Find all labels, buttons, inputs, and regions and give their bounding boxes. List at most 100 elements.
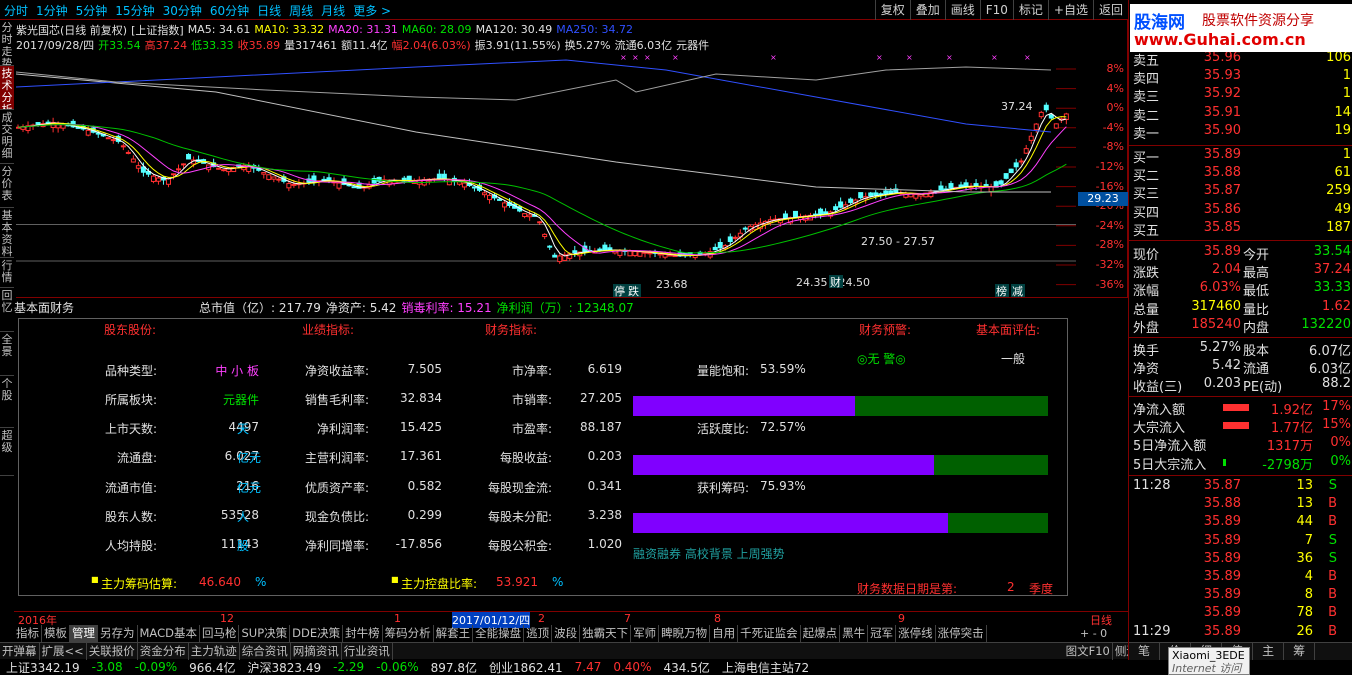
bottom-tab[interactable]: 关联报价	[87, 642, 138, 660]
indicator-tab[interactable]: 逃顶	[524, 625, 553, 642]
top-button[interactable]: 返回	[1092, 0, 1128, 20]
bottom-tab[interactable]: 开弹幕	[0, 642, 40, 660]
indicator-tab[interactable]: 黑牛	[840, 625, 869, 642]
indicator-tab[interactable]: 波段	[552, 625, 581, 642]
top-button[interactable]: F10	[979, 0, 1013, 20]
signal-mark: ×	[906, 53, 913, 62]
left-tab[interactable]: 分价表	[0, 164, 14, 208]
quote-tab[interactable]: 主	[1253, 643, 1285, 660]
quote-tab[interactable]: 笔	[1129, 643, 1161, 660]
period-tab[interactable]: 日线	[257, 2, 281, 19]
period-tab[interactable]: 15分钟	[115, 2, 154, 19]
event-marker[interactable]: 跌	[628, 284, 639, 298]
y-axis-labels: 8%4%0%-4%-8%-12%-16%-20%-24%-28%-32%-36%	[1078, 52, 1128, 298]
signal-mark: ×	[770, 53, 777, 62]
signal-mark: ×	[991, 53, 998, 62]
left-tab[interactable]: 技术分析	[0, 66, 14, 110]
candle-body	[446, 179, 452, 186]
candle-body	[155, 177, 161, 182]
bottom-tab[interactable]: 资金分布	[138, 642, 189, 660]
ma5-value: MA5: 34.61	[187, 23, 251, 36]
top-button[interactable]: 复权	[874, 0, 910, 20]
top-right-buttons: 复权 叠加 画线 F10 标记 +自选 返回	[874, 0, 1128, 20]
kline-chart[interactable]: 37.2423.6824.35 - 24.5027.50 - 27.57停跌财榜…	[16, 52, 1076, 298]
bottom-tab[interactable]: 网摘资讯	[291, 642, 342, 660]
top-button[interactable]: 画线	[944, 0, 980, 20]
left-tab[interactable]: 超级	[0, 428, 14, 476]
stat-label: 现价	[1133, 248, 1160, 263]
indicator-tab[interactable]: 涨停线	[896, 625, 936, 642]
period-tab[interactable]: 月线	[321, 2, 345, 19]
zoom-controls[interactable]: + - 0	[1080, 625, 1128, 642]
indicator-tab[interactable]: 起爆点	[801, 625, 841, 642]
time-label: 12	[220, 612, 234, 625]
indicator-tab[interactable]: 指标	[14, 625, 42, 642]
indicator-tab[interactable]: 模板	[42, 625, 70, 642]
indicator-tab[interactable]: 管理	[70, 625, 98, 642]
indicator-tab[interactable]: 自用	[710, 625, 739, 642]
indicator-tab[interactable]: 冠军	[868, 625, 897, 642]
stat-row: 涨幅 6.03% 最低 33.33	[1131, 280, 1351, 299]
candle-body	[913, 193, 919, 199]
period-tab[interactable]: 60分钟	[210, 2, 249, 19]
bottom-tab[interactable]: 综合资讯	[240, 642, 291, 660]
candle-body	[487, 194, 493, 201]
indicator-tab[interactable]: 回马枪	[200, 625, 240, 642]
candle-body	[471, 186, 477, 189]
col2-label: 销售毛利率:	[304, 393, 369, 407]
signal-mark: ×	[620, 53, 627, 62]
bid-row: 买一 35.89 1	[1131, 147, 1351, 166]
left-tab[interactable]: 分时走势	[0, 20, 14, 66]
col1-unit: 亿元	[237, 451, 262, 465]
left-tab[interactable]: 全景	[0, 332, 14, 376]
candle-body	[958, 184, 964, 188]
indicator-tab[interactable]: 另存为	[98, 625, 138, 642]
indicator-tab[interactable]: 军师	[631, 625, 660, 642]
index-link[interactable]: [上证指数]	[131, 22, 184, 38]
indicator-tab[interactable]: 涨停突击	[936, 625, 987, 642]
left-tab[interactable]: 个股	[0, 376, 14, 428]
report-unit: 季度	[1029, 582, 1054, 596]
period-tab[interactable]: 周线	[289, 2, 313, 19]
bottom-tab[interactable]: 扩展<<	[40, 642, 87, 660]
event-marker[interactable]: 减	[1012, 285, 1023, 298]
bottom-tab[interactable]: 行业资讯	[342, 642, 393, 660]
indicator-tab[interactable]: 千死证监会	[738, 625, 801, 642]
gauge-bar	[633, 455, 1048, 475]
top-button[interactable]: 标记	[1012, 0, 1048, 20]
event-marker[interactable]: 榜	[996, 284, 1007, 298]
indicator-tab[interactable]: SUP决策	[239, 625, 291, 642]
period-tab[interactable]: 30分钟	[163, 2, 202, 19]
event-marker[interactable]: 停	[614, 284, 625, 298]
left-tab[interactable]: 行情	[0, 258, 14, 288]
finance-header: 基本面财务 总市值（亿）: 217.79 净资产: 5.42 销毒利率: 15.…	[14, 299, 1128, 315]
bid-price: 35.87	[1203, 183, 1241, 199]
top-button[interactable]: 叠加	[909, 0, 945, 20]
top-button[interactable]: +自选	[1047, 0, 1093, 20]
left-tab[interactable]: 成交明细	[0, 110, 14, 164]
period-tab[interactable]: 更多 >	[353, 2, 391, 19]
left-tab[interactable]: 基本资料	[0, 208, 14, 258]
section-title: 股东股份:	[104, 323, 157, 337]
f10-button[interactable]: 图文F10	[1064, 642, 1113, 660]
period-tab[interactable]: 1分钟	[36, 2, 68, 19]
candle-body	[1018, 160, 1024, 163]
indicator-tab[interactable]: 全能操盘	[473, 625, 525, 642]
indicator-tab[interactable]: 封牛榜	[343, 625, 383, 642]
quote-tab[interactable]: 筹	[1284, 643, 1316, 660]
indicator-tab[interactable]: 筹码分析	[383, 625, 434, 642]
indicator-tab[interactable]: 解套王	[434, 625, 474, 642]
candle-body	[632, 251, 638, 257]
event-marker[interactable]: 财	[830, 275, 841, 289]
bottom-tab[interactable]: 主力轨迹	[189, 642, 240, 660]
ticker-item: 434.5亿	[663, 660, 710, 675]
indicator-tab[interactable]: 睥睨万物	[659, 625, 711, 642]
indicator-tab[interactable]: MACD基本	[138, 625, 200, 642]
candle-body	[938, 185, 944, 191]
indicator-tab[interactable]: DDE决策	[290, 625, 344, 642]
period-tab[interactable]: 分时	[4, 2, 28, 19]
indicator-tab[interactable]: 独霸天下	[580, 625, 632, 642]
left-tab[interactable]: 回忆	[0, 288, 14, 332]
stat-row: 涨跌 2.04 最高 37.24	[1131, 262, 1351, 281]
period-tab[interactable]: 5分钟	[76, 2, 108, 19]
